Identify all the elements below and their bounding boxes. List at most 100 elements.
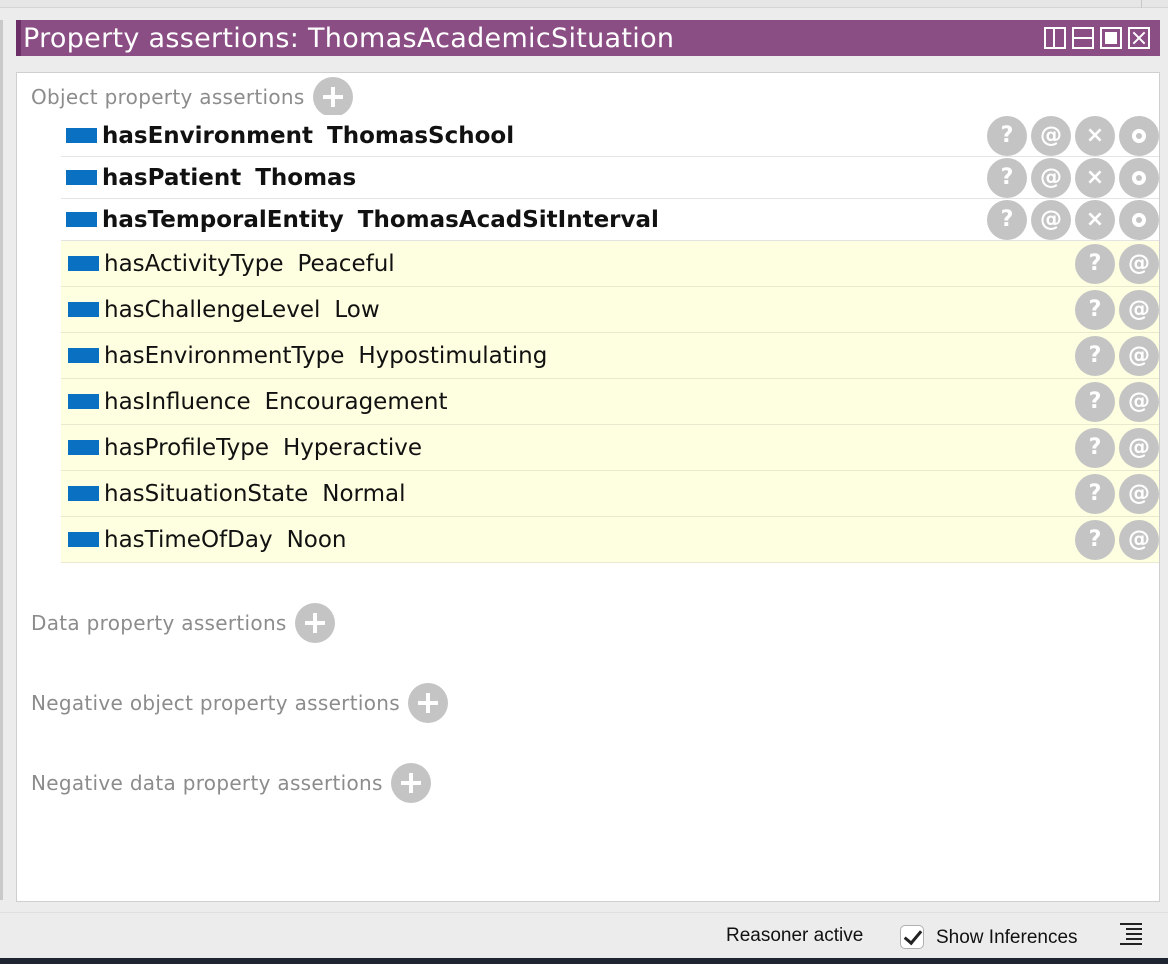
inferred-property-row[interactable]: hasChallengeLevel Low? @ [61,287,1159,333]
asserted-property-row[interactable]: hasPatient Thomas? @ × [61,157,1159,199]
split-vertical-icon[interactable] [1044,27,1066,49]
object-property-icon [68,348,99,363]
property-value: ThomasAcadSitInterval [357,206,659,233]
explain-button[interactable]: ? [987,157,1027,198]
object-property-icon [68,394,99,409]
asserted-property-row[interactable]: hasTemporalEntity ThomasAcadSitInterval? @… [61,199,1159,241]
status-bar: Reasoner active Show Inferences [0,912,1168,958]
object-property-icon [66,170,97,185]
property-name: hasInfluence [104,388,251,415]
maximize-icon[interactable] [1100,27,1122,49]
top-strip [0,0,1168,8]
delete-button[interactable]: × [1075,157,1115,198]
object-property-list: hasEnvironment ThomasSchool? @ × hasPatient T… [61,115,1159,563]
section-label: Negative object property assertions [31,691,400,715]
add-negative-data-property-button[interactable] [390,763,431,803]
split-horizontal-icon[interactable] [1072,27,1094,49]
annotate-button[interactable]: @ [1119,289,1159,330]
annotate-button[interactable]: @ [1119,427,1159,468]
annotate-button[interactable]: @ [1119,243,1159,284]
property-value: Normal [322,480,406,507]
object-property-icon [68,440,99,455]
property-value: Low [334,296,380,323]
explain-button[interactable]: ? [1075,289,1115,330]
property-value: Hyperactive [283,434,423,461]
delete-button[interactable]: × [1075,115,1115,156]
window-controls [1044,27,1150,49]
row-actions: ? @ [1075,471,1159,516]
assertion-text: hasActivityType Peaceful [104,251,395,277]
delete-button[interactable]: × [1075,199,1115,240]
annotate-button[interactable]: @ [1119,519,1159,560]
edit-button[interactable] [1119,115,1159,156]
assertions-panel: Object property assertions hasEnvironmen… [16,72,1160,902]
negative-data-property-section-header: Negative data property assertions [31,763,431,803]
property-name: hasTimeOfDay [104,526,273,553]
show-inferences-checkbox[interactable] [900,925,924,949]
asserted-property-row[interactable]: hasEnvironment ThomasSchool? @ × [61,115,1159,157]
inferred-property-row[interactable]: hasSituationState Normal? @ [61,471,1159,517]
list-options-icon[interactable] [1120,923,1142,949]
explain-button[interactable]: ? [1075,519,1115,560]
row-actions: ? @ × [987,199,1159,240]
annotate-button[interactable]: @ [1031,115,1071,156]
row-actions: ? @ [1075,379,1159,424]
assertion-text: hasSituationState Normal [104,481,406,507]
view-titlebar: Property assertions: ThomasAcademicSitua… [16,20,1160,56]
inferred-property-row[interactable]: hasEnvironmentType Hypostimulating? @ [61,333,1159,379]
object-property-icon [66,128,97,143]
explain-button[interactable]: ? [987,199,1027,240]
add-data-property-button[interactable] [294,603,335,643]
edit-icon [1132,128,1146,143]
property-name: hasTemporalEntity [102,206,344,233]
object-property-icon [66,212,97,227]
row-actions: ? @ × [987,115,1159,156]
row-actions: ? @ × [987,157,1159,198]
inferred-property-row[interactable]: hasActivityType Peaceful? @ [61,241,1159,287]
property-name: hasEnvironment [102,122,313,149]
edit-icon [1132,212,1146,227]
explain-button[interactable]: ? [987,115,1027,156]
explain-button[interactable]: ? [1075,473,1115,514]
explain-button[interactable]: ? [1075,427,1115,468]
property-name: hasChallengeLevel [104,296,321,323]
property-name: hasSituationState [104,480,309,507]
inferred-property-row[interactable]: hasProfileType Hyperactive? @ [61,425,1159,471]
explain-button[interactable]: ? [1075,243,1115,284]
view-title: Property assertions: ThomasAcademicSitua… [23,22,675,54]
divider [1141,0,1142,8]
row-actions: ? @ [1075,287,1159,332]
add-negative-object-property-button[interactable] [407,683,448,723]
assertion-text: hasEnvironmentType Hypostimulating [104,343,547,369]
annotate-button[interactable]: @ [1119,381,1159,422]
close-icon[interactable] [1128,27,1150,49]
property-value: Encouragement [264,388,448,415]
explain-button[interactable]: ? [1075,335,1115,376]
inferred-property-row[interactable]: hasTimeOfDay Noon? @ [61,517,1159,563]
assertion-text: hasInfluence Encouragement [104,389,447,415]
add-object-property-button[interactable] [312,77,353,117]
section-label: Negative data property assertions [31,771,383,795]
annotate-button[interactable]: @ [1031,157,1071,198]
inferred-property-row[interactable]: hasInfluence Encouragement? @ [61,379,1159,425]
property-value: Peaceful [297,250,395,277]
object-property-icon [68,302,99,317]
annotate-button[interactable]: @ [1119,473,1159,514]
assertion-text: hasTimeOfDay Noon [104,527,347,553]
explain-button[interactable]: ? [1075,381,1115,422]
row-actions: ? @ [1075,333,1159,378]
property-name: hasPatient [102,164,242,191]
edit-button[interactable] [1119,157,1159,198]
assertion-text: hasPatient Thomas [102,165,356,191]
annotate-button[interactable]: @ [1119,335,1159,376]
annotate-button[interactable]: @ [1031,199,1071,240]
show-inferences-label[interactable]: Show Inferences [936,927,1078,949]
section-label: Object property assertions [31,85,305,109]
object-property-icon [68,532,99,547]
object-property-icon [68,256,99,271]
edit-button[interactable] [1119,199,1159,240]
property-name: hasEnvironmentType [104,342,345,369]
assertion-text: hasChallengeLevel Low [104,297,380,323]
row-actions: ? @ [1075,517,1159,562]
property-value: ThomasSchool [327,122,515,149]
